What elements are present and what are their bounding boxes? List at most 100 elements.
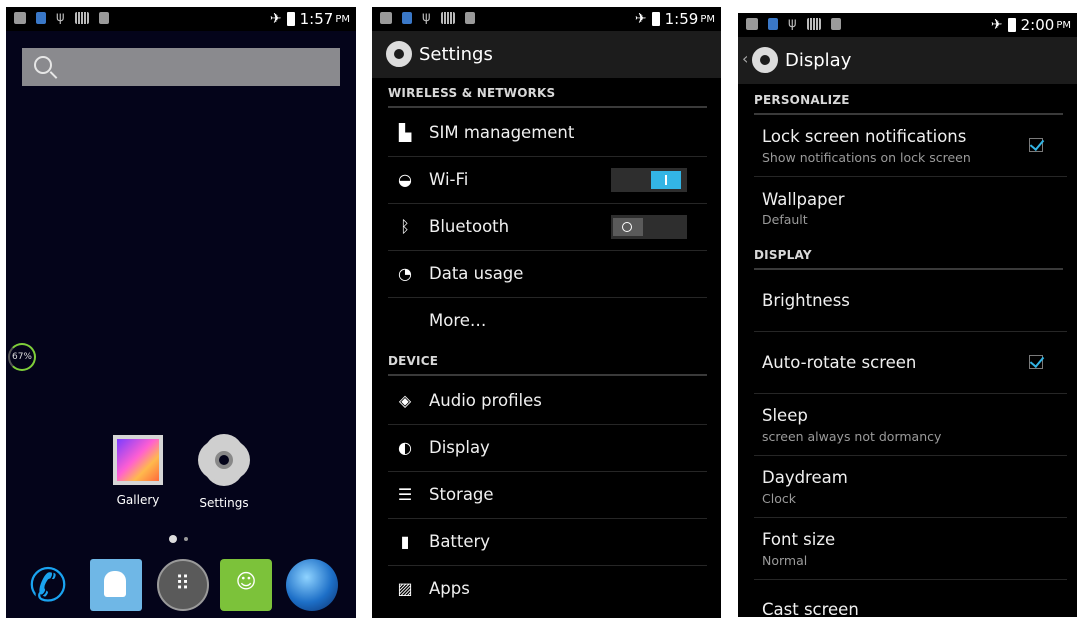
lock-notif-title: Lock screen notifications bbox=[762, 127, 967, 146]
settings-item-bluetooth[interactable]: ᛒ Bluetooth bbox=[388, 204, 707, 251]
usb-icon: ψ bbox=[422, 10, 431, 25]
setting-sleep[interactable]: Sleep screen always not dormancy bbox=[754, 394, 1067, 456]
storage-label: Storage bbox=[429, 485, 494, 504]
status-ampm: PM bbox=[335, 13, 350, 25]
wifi-label: Wi-Fi bbox=[429, 170, 469, 189]
sleep-title: Sleep bbox=[762, 406, 808, 425]
battery-icon: ▮ bbox=[400, 532, 410, 551]
settings-item-audio-profiles[interactable]: ◈ Audio profiles bbox=[388, 378, 707, 425]
battery-icon bbox=[1007, 18, 1016, 32]
page-title: Display bbox=[785, 50, 852, 71]
status-bar: ψ ✈ 1:57 PM bbox=[6, 7, 356, 31]
status-ampm: PM bbox=[1056, 19, 1071, 31]
wifi-toggle[interactable] bbox=[611, 168, 687, 192]
settings-item-sim[interactable]: ▙ SIM management bbox=[388, 110, 707, 157]
lock-notif-checkbox[interactable] bbox=[1029, 138, 1043, 152]
status-bar: ψ ✈ 2:00 PM bbox=[738, 13, 1077, 37]
phone-notification-icon bbox=[402, 12, 412, 24]
settings-item-storage[interactable]: ☰ Storage bbox=[388, 472, 707, 519]
lock-notif-summary: Show notifications on lock screen bbox=[762, 150, 971, 165]
page-indicator bbox=[169, 535, 188, 543]
battery-icon bbox=[651, 12, 660, 26]
gallery-icon bbox=[113, 435, 163, 485]
sd-card-icon bbox=[440, 12, 455, 24]
action-bar: Settings bbox=[372, 31, 721, 78]
settings-gear-icon bbox=[386, 41, 412, 67]
setting-wallpaper[interactable]: Wallpaper Default bbox=[754, 177, 1067, 237]
auto-rotate-checkbox[interactable] bbox=[1029, 355, 1043, 369]
notification-icon bbox=[14, 12, 26, 24]
action-bar[interactable]: ‹ Display bbox=[738, 37, 1077, 84]
phone-notification-icon bbox=[768, 18, 778, 30]
battery-label: Battery bbox=[429, 532, 491, 551]
settings-item-more[interactable]: More… bbox=[388, 298, 707, 344]
back-chevron-icon[interactable]: ‹ bbox=[742, 49, 748, 68]
apps-label: Apps bbox=[429, 579, 470, 598]
brightness-title: Brightness bbox=[762, 291, 850, 310]
airplane-mode-icon: ✈ bbox=[990, 17, 1003, 33]
sim-label: SIM management bbox=[429, 123, 575, 142]
bluetooth-icon: ᛒ bbox=[400, 217, 410, 236]
sd-card-icon bbox=[806, 18, 821, 30]
status-time: 1:57 bbox=[299, 10, 334, 28]
messaging-icon[interactable]: ☺ bbox=[220, 559, 272, 611]
sleep-summary: screen always not dormancy bbox=[762, 429, 942, 444]
settings-item-data-usage[interactable]: ◔ Data usage bbox=[388, 251, 707, 298]
home-screen: ψ ✈ 1:57 PM 67% Gallery Settings ✆ ⠿ ☺ bbox=[6, 7, 356, 618]
memory-usage-widget[interactable]: 67% bbox=[8, 343, 36, 371]
notification-icon bbox=[746, 18, 758, 30]
setting-brightness[interactable]: Brightness bbox=[754, 270, 1067, 332]
setting-lock-screen-notifications[interactable]: Lock screen notifications Show notificat… bbox=[754, 115, 1067, 177]
gallery-app[interactable]: Gallery bbox=[102, 435, 174, 507]
google-search-bar[interactable] bbox=[22, 48, 340, 86]
bluetooth-toggle[interactable] bbox=[611, 215, 687, 239]
notification-icon bbox=[464, 12, 475, 24]
auto-rotate-title: Auto-rotate screen bbox=[762, 353, 917, 372]
display-settings-screen: ψ ✈ 2:00 PM ‹ Display PERSONALIZE Lock s… bbox=[738, 13, 1077, 617]
settings-label: Settings bbox=[199, 496, 249, 510]
section-header-device: DEVICE bbox=[388, 354, 707, 376]
setting-font-size[interactable]: Font size Normal bbox=[754, 518, 1067, 580]
settings-item-apps[interactable]: ▨ Apps bbox=[388, 566, 707, 612]
wifi-icon: ◒ bbox=[398, 170, 412, 189]
status-ampm: PM bbox=[700, 13, 715, 25]
contacts-icon[interactable] bbox=[90, 559, 142, 611]
section-header-display: DISPLAY bbox=[754, 248, 1063, 270]
daydream-summary: Clock bbox=[762, 491, 796, 506]
browser-globe-icon[interactable] bbox=[286, 559, 338, 611]
settings-item-display[interactable]: ◐ Display bbox=[388, 425, 707, 472]
daydream-title: Daydream bbox=[762, 468, 848, 487]
phone-notification-icon bbox=[36, 12, 46, 24]
settings-app[interactable]: Settings bbox=[188, 435, 260, 510]
bluetooth-label: Bluetooth bbox=[429, 217, 510, 236]
notification-icon bbox=[98, 12, 109, 24]
settings-item-wifi[interactable]: ◒ Wi-Fi bbox=[388, 157, 707, 204]
status-time: 2:00 bbox=[1020, 16, 1055, 34]
battery-icon bbox=[286, 12, 295, 26]
memory-percent: 67% bbox=[11, 352, 32, 362]
wallpaper-title: Wallpaper bbox=[762, 190, 845, 209]
section-header-wireless: WIRELESS & NETWORKS bbox=[388, 86, 707, 108]
settings-gear-icon bbox=[199, 438, 249, 488]
setting-cast-screen[interactable]: Cast screen bbox=[754, 580, 1067, 617]
audio-profiles-icon: ◈ bbox=[398, 391, 412, 410]
setting-auto-rotate[interactable]: Auto-rotate screen bbox=[754, 332, 1067, 394]
notification-icon bbox=[380, 12, 392, 24]
audio-profiles-label: Audio profiles bbox=[429, 391, 542, 410]
search-icon bbox=[34, 56, 52, 74]
display-brightness-icon: ◐ bbox=[398, 438, 412, 457]
apps-icon: ▨ bbox=[397, 579, 413, 598]
storage-icon: ☰ bbox=[397, 485, 413, 504]
phone-icon[interactable]: ✆ bbox=[22, 559, 74, 611]
settings-item-battery[interactable]: ▮ Battery bbox=[388, 519, 707, 566]
settings-gear-icon bbox=[752, 47, 778, 73]
data-usage-icon: ◔ bbox=[398, 264, 412, 283]
page-dot bbox=[184, 537, 188, 541]
app-drawer-icon[interactable]: ⠿ bbox=[157, 559, 209, 611]
dock: ✆ ⠿ ☺ bbox=[6, 555, 356, 613]
airplane-mode-icon: ✈ bbox=[269, 11, 282, 27]
sim-card-icon: ▙ bbox=[398, 123, 412, 142]
sd-card-icon bbox=[74, 12, 89, 24]
status-bar: ψ ✈ 1:59 PM bbox=[372, 7, 721, 31]
setting-daydream[interactable]: Daydream Clock bbox=[754, 456, 1067, 518]
